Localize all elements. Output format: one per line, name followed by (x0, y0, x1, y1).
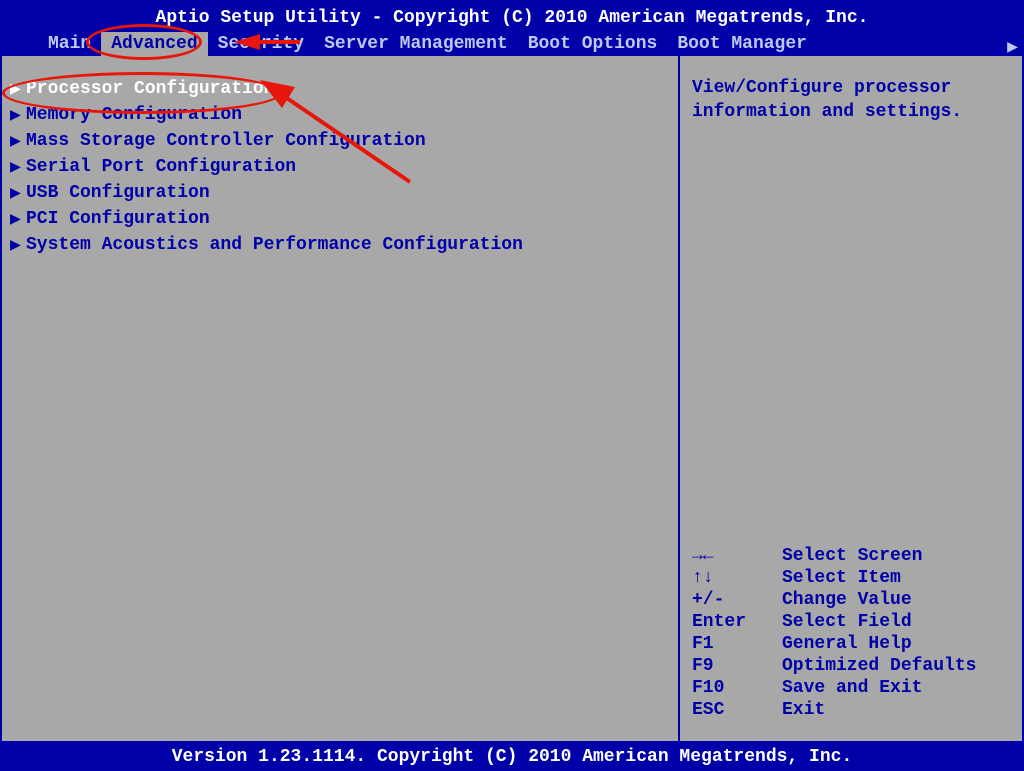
menu-item-label: System Acoustics and Performance Configu… (26, 235, 523, 255)
submenu-arrow-icon: ▶ (10, 130, 24, 152)
key-help-list: →← Select Screen ↑↓ Select Item +/- Chan… (692, 545, 1010, 721)
key-desc: Save and Exit (782, 678, 922, 698)
key-help-row: ↑↓ Select Item (692, 567, 1010, 589)
menu-item-memory-config[interactable]: ▶ Memory Configuration (10, 102, 670, 128)
tab-advanced[interactable]: Advanced (101, 32, 207, 56)
key-desc: General Help (782, 634, 912, 654)
key-help-row: →← Select Screen (692, 545, 1010, 567)
key-name: F9 (692, 656, 782, 676)
key-desc: Exit (782, 700, 825, 720)
main-panel: ▶ Processor Configuration ▶ Memory Confi… (2, 56, 680, 741)
menu-item-serial-port-config[interactable]: ▶ Serial Port Configuration (10, 154, 670, 180)
header-bar: Aptio Setup Utility - Copyright (C) 2010… (0, 0, 1024, 56)
submenu-arrow-icon: ▶ (10, 234, 24, 256)
key-help-row: Enter Select Field (692, 611, 1010, 633)
key-name: ↑↓ (692, 568, 782, 588)
menu-item-label: Mass Storage Controller Configuration (26, 131, 426, 151)
key-desc: Select Item (782, 568, 901, 588)
key-desc: Change Value (782, 590, 912, 610)
key-desc: Select Field (782, 612, 912, 632)
help-panel: View/Configure processor information and… (680, 56, 1022, 741)
menu-item-label: Processor Configuration (26, 79, 274, 99)
menu-item-mass-storage-config[interactable]: ▶ Mass Storage Controller Configuration (10, 128, 670, 154)
key-name: ESC (692, 700, 782, 720)
content-area: ▶ Processor Configuration ▶ Memory Confi… (0, 56, 1024, 743)
menu-item-label: PCI Configuration (26, 209, 210, 229)
menu-item-usb-config[interactable]: ▶ USB Configuration (10, 180, 670, 206)
menu-item-pci-config[interactable]: ▶ PCI Configuration (10, 206, 670, 232)
tab-bar: Main Advanced Security Server Management… (0, 32, 1024, 56)
key-desc: Select Screen (782, 546, 922, 566)
tab-security[interactable]: Security (208, 32, 314, 56)
submenu-arrow-icon: ▶ (10, 156, 24, 178)
key-help-row: F1 General Help (692, 633, 1010, 655)
key-name: →← (692, 546, 782, 566)
menu-item-processor-config[interactable]: ▶ Processor Configuration (10, 76, 670, 102)
key-desc: Optimized Defaults (782, 656, 976, 676)
menu-item-system-acoustics-config[interactable]: ▶ System Acoustics and Performance Confi… (10, 232, 670, 258)
submenu-arrow-icon: ▶ (10, 208, 24, 230)
footer-bar: Version 1.23.1114. Copyright (C) 2010 Am… (0, 743, 1024, 771)
tab-boot-manager[interactable]: Boot Manager (667, 32, 817, 56)
tabs-scroll-right-icon[interactable]: ▶ (1007, 36, 1018, 58)
key-name: F1 (692, 634, 782, 654)
footer-text: Version 1.23.1114. Copyright (C) 2010 Am… (172, 747, 853, 767)
submenu-arrow-icon: ▶ (10, 78, 24, 100)
menu-item-label: Serial Port Configuration (26, 157, 296, 177)
tab-main[interactable]: Main (38, 32, 101, 56)
menu-item-label: Memory Configuration (26, 105, 242, 125)
submenu-arrow-icon: ▶ (10, 104, 24, 126)
tab-server-management[interactable]: Server Management (314, 32, 518, 56)
key-name: Enter (692, 612, 782, 632)
tab-boot-options[interactable]: Boot Options (518, 32, 668, 56)
page-title: Aptio Setup Utility - Copyright (C) 2010… (0, 4, 1024, 32)
key-help-row: F9 Optimized Defaults (692, 655, 1010, 677)
key-help-row: +/- Change Value (692, 589, 1010, 611)
key-name: +/- (692, 590, 782, 610)
key-name: F10 (692, 678, 782, 698)
submenu-arrow-icon: ▶ (10, 182, 24, 204)
key-help-row: ESC Exit (692, 699, 1010, 721)
key-help-row: F10 Save and Exit (692, 677, 1010, 699)
menu-item-label: USB Configuration (26, 183, 210, 203)
help-text: View/Configure processor information and… (692, 76, 1010, 125)
